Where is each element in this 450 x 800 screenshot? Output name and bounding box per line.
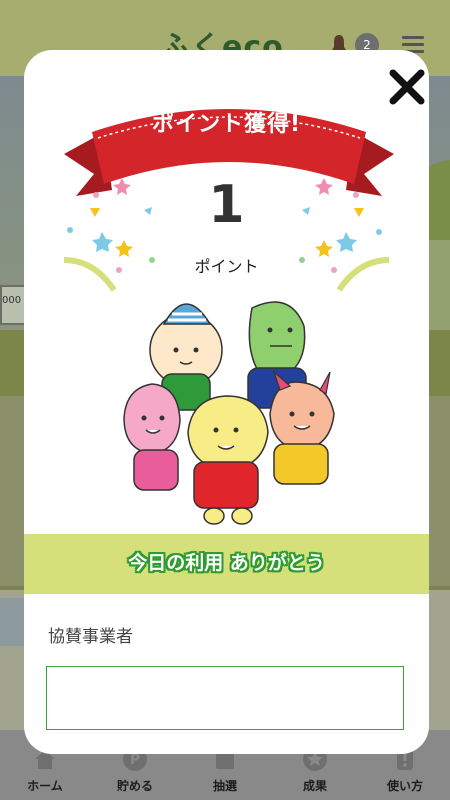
svg-text:P: P [130, 752, 140, 768]
nav-label-save: 貯める [116, 779, 153, 793]
thanks-message: 今日の利用 ありがとう [128, 552, 325, 574]
points-modal: ポイント獲得! 1 ポイント 今日の利用 ありがとう 協賛事業者 [24, 50, 429, 754]
mascot-characters-illustration [123, 301, 335, 525]
nav-label-guide: 使い方 [386, 779, 423, 793]
sponsor-label: 協賛事業者 [48, 627, 133, 647]
background-board-text: 000 [2, 295, 22, 306]
nav-label-home: ホーム [27, 779, 63, 793]
nav-label-lottery: 抽選 [212, 779, 237, 793]
sponsor-field[interactable] [46, 666, 404, 730]
points-unit-label: ポイント [194, 257, 259, 276]
ribbon-title: ポイント獲得! [151, 112, 302, 137]
points-value: 1 [208, 175, 245, 235]
nav-label-results: 成果 [302, 779, 327, 793]
close-icon[interactable] [385, 65, 429, 109]
